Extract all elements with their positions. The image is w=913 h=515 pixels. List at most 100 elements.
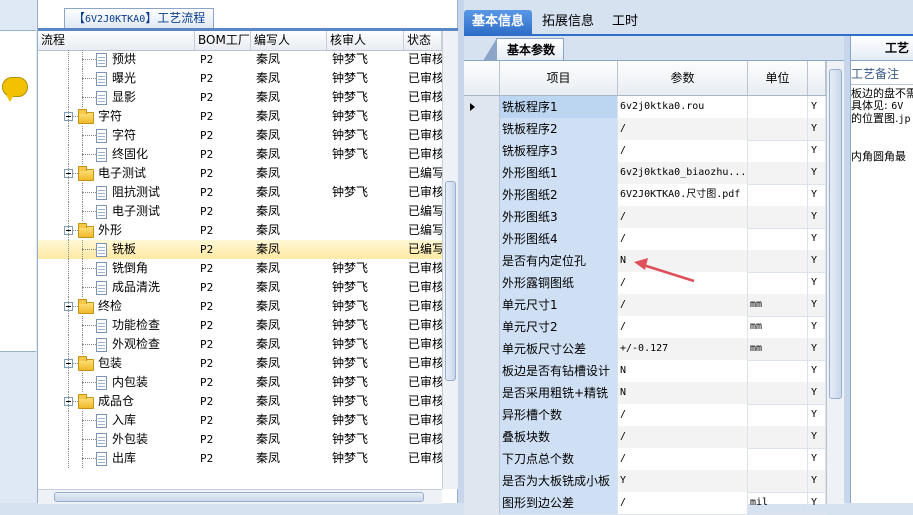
row-indicator[interactable]: [464, 338, 500, 360]
param-row[interactable]: 外形图纸3/ Y: [464, 206, 826, 229]
tree-row[interactable]: 显影 P2 秦凤 钟梦飞 已审核: [38, 88, 442, 107]
param-row[interactable]: 铣板程序3/ Y: [464, 140, 826, 163]
row-indicator[interactable]: [464, 294, 500, 316]
tree-row[interactable]: 包装 P2 秦凤 钟梦飞 已审核: [38, 354, 442, 373]
param-row[interactable]: 图形到边公差 / mil Y: [464, 492, 826, 515]
param-value[interactable]: /: [618, 404, 748, 426]
param-value[interactable]: Y: [618, 470, 748, 492]
row-indicator[interactable]: [464, 250, 500, 272]
notes-tab[interactable]: 工艺: [851, 36, 913, 61]
row-indicator[interactable]: [464, 162, 500, 184]
tree-row[interactable]: 字符 P2 秦凤 钟梦飞 已审核: [38, 107, 442, 126]
param-value[interactable]: /: [618, 294, 748, 316]
row-indicator[interactable]: [464, 206, 500, 228]
param-value[interactable]: /: [618, 316, 748, 338]
notes-text-2[interactable]: 内角圆角最: [851, 150, 906, 164]
param-row[interactable]: 单元尺寸2/mm Y: [464, 316, 826, 339]
param-row[interactable]: 板边是否有钻槽设计 N Y: [464, 360, 826, 383]
tree-row[interactable]: 出库 P2 秦凤 钟梦飞 已审核: [38, 449, 442, 468]
param-row[interactable]: 外形图纸2 6V2J0KTKA0.尺寸图.pdf Y: [464, 184, 826, 207]
row-indicator[interactable]: [464, 272, 500, 294]
tree-row[interactable]: 功能检查 P2 秦凤 钟梦飞 已审核: [38, 316, 442, 335]
tree-row[interactable]: 外包装 P2 秦凤 钟梦飞 已审核: [38, 430, 442, 449]
column-header-status[interactable]: 状态: [404, 31, 442, 50]
row-indicator[interactable]: [464, 228, 500, 250]
param-value[interactable]: 6v2j0ktka0.rou: [618, 96, 748, 118]
grid-vertical-scroll-thumb[interactable]: [829, 69, 842, 399]
notes-text[interactable]: 板边的盘不需 具体见: 6V 的位置图.jp: [851, 88, 913, 126]
tree-row[interactable]: 预烘 P2 秦凤 钟梦飞 已审核: [38, 50, 442, 69]
current-row-indicator-icon[interactable]: [464, 96, 500, 118]
param-value[interactable]: /: [618, 448, 748, 470]
param-row[interactable]: 铣板程序1 6v2j0ktka0.rou Y: [464, 96, 826, 119]
column-header-unit[interactable]: 单位: [748, 61, 808, 95]
tree-row[interactable]: 成品仓 P2 秦凤 钟梦飞 已审核: [38, 392, 442, 411]
param-row[interactable]: 单元尺寸1/mm Y: [464, 294, 826, 317]
row-indicator[interactable]: [464, 382, 500, 404]
tree-vertical-scroll-thumb[interactable]: [445, 181, 456, 381]
grid-vertical-scrollbar[interactable]: [826, 61, 845, 504]
tree-row[interactable]: 电子测试 P2 秦凤 已编写: [38, 164, 442, 183]
row-indicator[interactable]: [464, 184, 500, 206]
tree-row[interactable]: 终固化 P2 秦凤 钟梦飞 已审核: [38, 145, 442, 164]
param-row[interactable]: 下刀点总个数 / Y: [464, 448, 826, 471]
tree-row[interactable]: 入库 P2 秦凤 钟梦飞 已审核: [38, 411, 442, 430]
row-indicator[interactable]: [464, 426, 500, 448]
tree-row[interactable]: 铣板 P2 秦凤 已编写: [38, 240, 442, 259]
tab-extended-info[interactable]: 拓展信息: [534, 10, 602, 34]
param-row[interactable]: 单元板尺寸公差 +/-0.127 mm Y: [464, 338, 826, 361]
row-indicator[interactable]: [464, 118, 500, 140]
row-indicator[interactable]: [464, 448, 500, 470]
param-value[interactable]: /: [618, 492, 748, 514]
tab-basic-info[interactable]: 基本信息: [464, 10, 533, 34]
tree-cell-name: 字符: [98, 109, 123, 123]
param-row[interactable]: 外形图纸1 6v2j0ktka0_biaozhu... Y: [464, 162, 826, 185]
param-value[interactable]: /: [618, 118, 748, 140]
row-indicator[interactable]: [464, 492, 500, 514]
tree-row[interactable]: 成品清洗 P2 秦凤 钟梦飞 已审核: [38, 278, 442, 297]
column-header-item[interactable]: 项目: [500, 61, 618, 95]
column-header-bom[interactable]: BOM工厂: [195, 31, 251, 50]
param-value[interactable]: N: [618, 382, 748, 404]
tree-horizontal-scroll-thumb[interactable]: [54, 492, 424, 502]
row-indicator[interactable]: [464, 316, 500, 338]
tree-row[interactable]: 外观检查 P2 秦凤 钟梦飞 已审核: [38, 335, 442, 354]
param-value[interactable]: 6V2J0KTKA0.尺寸图.pdf: [618, 184, 748, 206]
process-tree-tab[interactable]: 【6V2J0KTKA0】工艺流程: [64, 8, 215, 29]
param-value[interactable]: /: [618, 426, 748, 448]
param-value[interactable]: N: [618, 360, 748, 382]
column-header-writer[interactable]: 编写人: [251, 31, 327, 50]
param-row[interactable]: 铣板程序2/ Y: [464, 118, 826, 141]
tree-row[interactable]: 阻抗测试 P2 秦凤 钟梦飞 已审核: [38, 183, 442, 202]
tree-row[interactable]: 电子测试 P2 秦凤 已编写: [38, 202, 442, 221]
row-indicator[interactable]: [464, 470, 500, 492]
row-indicator[interactable]: [464, 140, 500, 162]
tree-row[interactable]: 铣倒角 P2 秦凤 钟梦飞 已审核: [38, 259, 442, 278]
job-code: 6V2J0KTKA0: [85, 14, 146, 25]
tree-horizontal-scrollbar[interactable]: [38, 489, 442, 504]
param-row[interactable]: 叠板块数 / Y: [464, 426, 826, 449]
param-row[interactable]: 异形槽个数 / Y: [464, 404, 826, 427]
tree-vertical-scrollbar[interactable]: [442, 31, 459, 489]
column-header-reviewer[interactable]: 核审人: [327, 31, 404, 50]
row-indicator[interactable]: [464, 404, 500, 426]
tree-row[interactable]: 字符 P2 秦凤 钟梦飞 已审核: [38, 126, 442, 145]
param-value[interactable]: /: [618, 140, 748, 162]
param-value[interactable]: /: [618, 228, 748, 250]
param-row[interactable]: 是否为大板铣成小板 Y Y: [464, 470, 826, 493]
tab-work-hours[interactable]: 工时: [604, 10, 646, 34]
column-header-process[interactable]: 流程: [38, 31, 195, 50]
chat-bubble-icon[interactable]: [2, 77, 28, 102]
param-row[interactable]: 外形图纸4/ Y: [464, 228, 826, 251]
param-value[interactable]: /: [618, 206, 748, 228]
row-indicator[interactable]: [464, 360, 500, 382]
subtab-basic-params[interactable]: 基本参数: [482, 38, 565, 61]
column-header-param[interactable]: 参数: [618, 61, 748, 95]
param-value[interactable]: 6v2j0ktka0_biaozhu...: [618, 162, 748, 184]
tree-row[interactable]: 外形 P2 秦凤 已编写: [38, 221, 442, 240]
tree-row[interactable]: 内包装 P2 秦凤 钟梦飞 已审核: [38, 373, 442, 392]
param-row[interactable]: 是否采用粗铣+精铣 N Y: [464, 382, 826, 405]
param-value[interactable]: +/-0.127: [618, 338, 748, 360]
tree-row[interactable]: 曝光 P2 秦凤 钟梦飞 已审核: [38, 69, 442, 88]
tree-row[interactable]: 终检 P2 秦凤 钟梦飞 已审核: [38, 297, 442, 316]
